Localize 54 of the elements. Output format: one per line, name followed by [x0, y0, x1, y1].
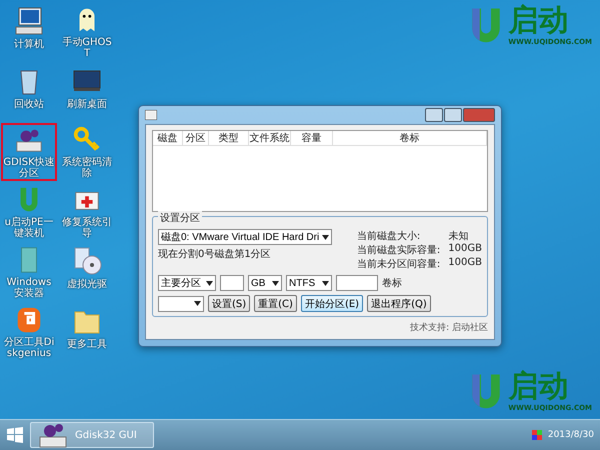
info-value: 100GB — [448, 257, 482, 270]
desktop-icon[interactable]: GDISK快速分区 — [1, 123, 57, 181]
empty-dropdown[interactable] — [158, 296, 204, 312]
size-field[interactable] — [220, 275, 244, 291]
taskbar-button[interactable]: Gdisk32 GUI — [30, 422, 154, 448]
disk-dropdown[interactable]: 磁盘0: VMware Virtual IDE Hard Dri — [158, 229, 332, 245]
info-value: 100GB — [448, 243, 482, 256]
dialog-button[interactable]: 设置(S) — [208, 295, 250, 312]
column-header: 文件系统 — [249, 131, 291, 145]
volume-label-field[interactable] — [336, 275, 378, 291]
minimize-button[interactable] — [425, 108, 443, 122]
clock-date: 2013/8/30 — [548, 430, 594, 440]
filesystem-dropdown[interactable]: NTFS — [286, 275, 332, 291]
desktop-icon[interactable]: u启动PE一键装机 — [1, 183, 57, 241]
unit-dropdown[interactable]: GB — [248, 275, 282, 291]
group-title: 设置分区 — [158, 211, 202, 225]
column-header: 类型 — [209, 131, 249, 145]
desktop-icon[interactable]: 更多工具 — [59, 303, 115, 361]
desktop-icon[interactable]: 手动GHOST — [59, 3, 115, 61]
status-text: 现在分割0号磁盘第1分区 — [158, 248, 272, 261]
dropdown-caret-icon — [322, 234, 330, 240]
dropdown-caret-icon — [272, 280, 279, 286]
windows-start-icon[interactable] — [6, 426, 24, 444]
tray-icon[interactable] — [532, 430, 542, 440]
dropdown-caret-icon — [194, 301, 201, 306]
desktop-icon[interactable]: 修复系统引导 — [59, 183, 115, 241]
column-header: 容量 — [291, 131, 333, 145]
support-text: 技术支持: 启动社区 — [410, 322, 488, 334]
desktop-icon[interactable]: 回收站 — [1, 63, 57, 121]
desktop-icon[interactable]: 虚拟光驱 — [59, 243, 115, 301]
dropdown-caret-icon — [322, 280, 329, 286]
column-header: 卷标 — [333, 131, 487, 145]
partition-type-dropdown[interactable]: 主要分区 — [158, 275, 216, 291]
dialog-button[interactable]: 重置(C) — [254, 295, 297, 312]
dialog-button[interactable]: 开始分区(E) — [300, 295, 364, 312]
desktop-icon[interactable]: 系统密码清除 — [59, 123, 115, 181]
desktop-icon[interactable]: 分区工具Diskgenius — [1, 303, 57, 361]
info-label: 当前磁盘实际容量: — [356, 244, 440, 257]
info-value: 未知 — [448, 230, 470, 243]
column-header: 磁盘 — [153, 131, 183, 145]
computer-icon — [13, 5, 45, 37]
dialog-button[interactable]: 退出程序(Q) — [367, 295, 431, 312]
desktop-icon[interactable]: 刷新桌面 — [59, 63, 115, 121]
app-icon — [145, 110, 157, 120]
logo-wordmark: 启动 — [508, 6, 570, 36]
desktop-icon[interactable]: 计算机 — [1, 3, 57, 61]
column-header: 分区 — [183, 131, 209, 145]
info-label: 当前磁盘大小: — [356, 230, 422, 243]
volume-label-text: 卷标 — [382, 276, 402, 290]
dropdown-caret-icon — [206, 280, 213, 286]
logo-wordmark: 启动 — [508, 372, 570, 402]
info-label: 当前未分区间容量: — [356, 258, 440, 271]
desktop-icon[interactable]: Windows安装器 — [1, 243, 57, 301]
maximize-button[interactable] — [444, 108, 462, 122]
